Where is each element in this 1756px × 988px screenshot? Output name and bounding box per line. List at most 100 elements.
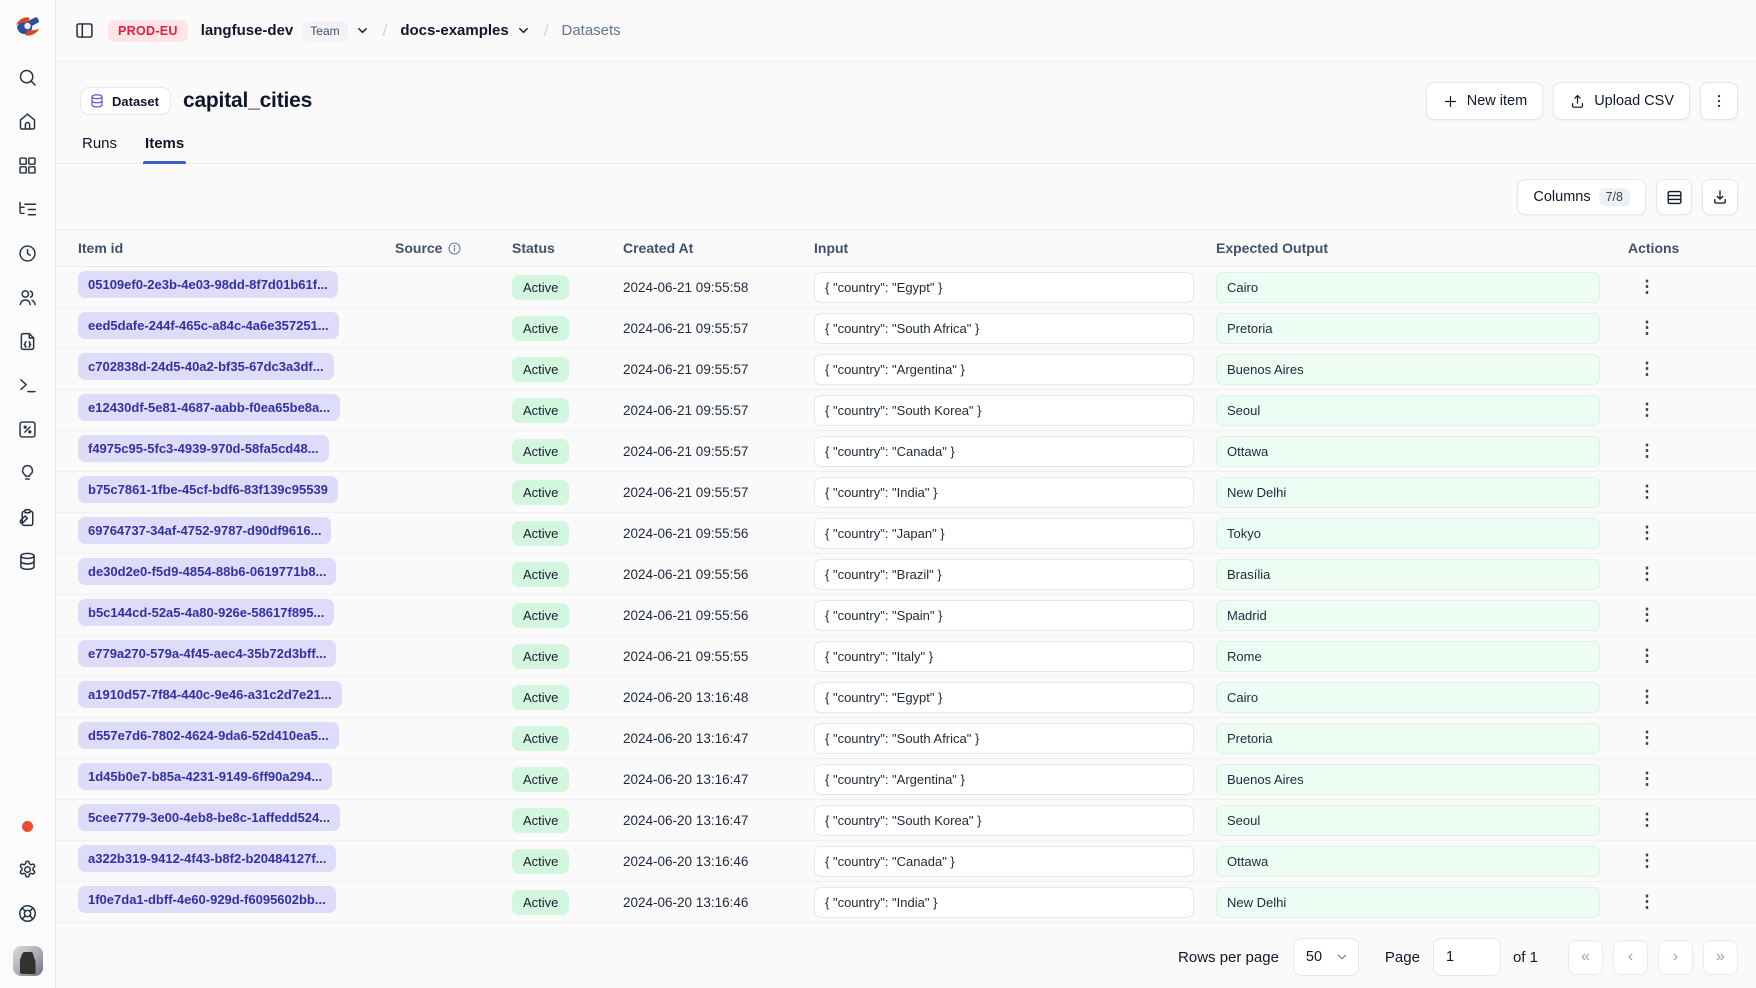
sidebar-toggle-icon[interactable] — [74, 20, 95, 41]
item-id-pill[interactable]: a1910d57-7f84-440c-9e46-a31c2d7e21... — [78, 681, 342, 708]
page-more-actions-button[interactable] — [1700, 82, 1738, 120]
sessions-icon[interactable] — [13, 238, 43, 268]
input-cell[interactable]: { "country": "South Korea" } — [814, 395, 1194, 426]
item-id-pill[interactable]: c702838d-24d5-40a2-bf35-67dc3a3df... — [78, 353, 334, 380]
item-id-pill[interactable]: d557e7d6-7802-4624-9da6-52d410ea5... — [78, 722, 339, 749]
row-actions-button[interactable]: ⋮ — [1634, 647, 1660, 664]
item-id-pill[interactable]: eed5dafe-244f-465c-a84c-4a6e357251... — [78, 312, 339, 339]
tab-items[interactable]: Items — [143, 135, 186, 163]
expected-output-cell[interactable]: Rome — [1216, 641, 1600, 672]
input-cell[interactable]: { "country": "South Korea" } — [814, 805, 1194, 836]
expected-output-cell[interactable]: Tokyo — [1216, 518, 1600, 549]
settings-icon[interactable] — [13, 854, 43, 884]
expected-output-cell[interactable]: New Delhi — [1216, 477, 1600, 508]
datasets-icon[interactable] — [13, 546, 43, 576]
input-cell[interactable]: { "country": "South Africa" } — [814, 723, 1194, 754]
playground-icon[interactable] — [13, 370, 43, 400]
search-icon[interactable] — [13, 62, 43, 92]
tracing-icon[interactable] — [13, 194, 43, 224]
item-id-pill[interactable]: 5cee7779-3e00-4eb8-be8c-1affedd524... — [78, 804, 340, 831]
org-chevron-down-icon[interactable] — [355, 23, 370, 38]
prompts-icon[interactable] — [13, 326, 43, 356]
row-actions-button[interactable]: ⋮ — [1634, 401, 1660, 418]
expected-output-cell[interactable]: Buenos Aires — [1216, 354, 1600, 385]
input-cell[interactable]: { "country": "Canada" } — [814, 846, 1194, 877]
input-cell[interactable]: { "country": "Brazil" } — [814, 559, 1194, 590]
item-id-pill[interactable]: de30d2e0-f5d9-4854-88b6-0619771b8... — [78, 558, 336, 585]
row-actions-button[interactable]: ⋮ — [1634, 442, 1660, 459]
row-height-button[interactable] — [1656, 179, 1692, 215]
expected-output-cell[interactable]: Seoul — [1216, 395, 1600, 426]
column-header-created-at[interactable]: Created At — [623, 240, 814, 256]
project-chevron-down-icon[interactable] — [516, 23, 531, 38]
expected-output-cell[interactable]: Cairo — [1216, 682, 1600, 713]
column-header-expected-output[interactable]: Expected Output — [1216, 240, 1628, 256]
item-id-pill[interactable]: f4975c95-5fc3-4939-970d-58fa5cd48... — [78, 435, 329, 462]
expected-output-cell[interactable]: Cairo — [1216, 272, 1600, 303]
row-actions-button[interactable]: ⋮ — [1634, 893, 1660, 910]
export-button[interactable] — [1702, 179, 1738, 215]
input-cell[interactable]: { "country": "Japan" } — [814, 518, 1194, 549]
item-id-pill[interactable]: b75c7861-1fbe-45cf-bdf6-83f139c95539 — [78, 476, 338, 503]
row-actions-button[interactable]: ⋮ — [1634, 565, 1660, 582]
expected-output-cell[interactable]: Pretoria — [1216, 313, 1600, 344]
row-actions-button[interactable]: ⋮ — [1634, 606, 1660, 623]
langfuse-logo-icon[interactable] — [14, 12, 42, 40]
input-cell[interactable]: { "country": "Canada" } — [814, 436, 1194, 467]
item-id-pill[interactable]: 1d45b0e7-b85a-4231-9149-6ff90a294... — [78, 763, 332, 790]
next-page-button[interactable]: › — [1658, 940, 1693, 975]
rows-per-page-select[interactable]: 50 — [1293, 938, 1359, 976]
breadcrumb-project[interactable]: docs-examples — [400, 22, 508, 39]
users-icon[interactable] — [13, 282, 43, 312]
column-header-item-id[interactable]: Item id — [78, 240, 395, 256]
expected-output-cell[interactable]: Pretoria — [1216, 723, 1600, 754]
expected-output-cell[interactable]: Ottawa — [1216, 846, 1600, 877]
avatar[interactable] — [13, 946, 43, 976]
page-number-input[interactable] — [1433, 938, 1501, 976]
dashboards-icon[interactable] — [13, 150, 43, 180]
item-id-pill[interactable]: 69764737-34af-4752-9787-d90df9616... — [78, 517, 331, 544]
expected-output-cell[interactable]: New Delhi — [1216, 887, 1600, 918]
input-cell[interactable]: { "country": "Italy" } — [814, 641, 1194, 672]
input-cell[interactable]: { "country": "Argentina" } — [814, 354, 1194, 385]
input-cell[interactable]: { "country": "Argentina" } — [814, 764, 1194, 795]
breadcrumb-section[interactable]: Datasets — [561, 22, 620, 39]
row-actions-button[interactable]: ⋮ — [1634, 770, 1660, 787]
row-actions-button[interactable]: ⋮ — [1634, 811, 1660, 828]
columns-button[interactable]: Columns 7/8 — [1517, 179, 1646, 215]
input-cell[interactable]: { "country": "India" } — [814, 887, 1194, 918]
home-icon[interactable] — [13, 106, 43, 136]
expected-output-cell[interactable]: Brasília — [1216, 559, 1600, 590]
column-header-input[interactable]: Input — [814, 240, 1216, 256]
new-item-button[interactable]: New item — [1426, 82, 1543, 120]
expected-output-cell[interactable]: Ottawa — [1216, 436, 1600, 467]
item-id-pill[interactable]: e12430df-5e81-4687-aabb-f0ea65be8a... — [78, 394, 340, 421]
column-header-status[interactable]: Status — [512, 240, 623, 256]
row-actions-button[interactable]: ⋮ — [1634, 688, 1660, 705]
row-actions-button[interactable]: ⋮ — [1634, 852, 1660, 869]
item-id-pill[interactable]: 05109ef0-2e3b-4e03-98dd-8f7d01b61f... — [78, 271, 338, 298]
input-cell[interactable]: { "country": "Egypt" } — [814, 682, 1194, 713]
breadcrumb-org[interactable]: langfuse-dev — [201, 22, 294, 39]
input-cell[interactable]: { "country": "Spain" } — [814, 600, 1194, 631]
tab-runs[interactable]: Runs — [80, 135, 119, 163]
input-cell[interactable]: { "country": "South Africa" } — [814, 313, 1194, 344]
upload-csv-button[interactable]: Upload CSV — [1553, 82, 1690, 120]
last-page-button[interactable]: » — [1703, 940, 1738, 975]
expected-output-cell[interactable]: Madrid — [1216, 600, 1600, 631]
row-actions-button[interactable]: ⋮ — [1634, 483, 1660, 500]
insights-icon[interactable] — [13, 458, 43, 488]
expected-output-cell[interactable]: Seoul — [1216, 805, 1600, 836]
first-page-button[interactable]: « — [1568, 940, 1603, 975]
row-actions-button[interactable]: ⋮ — [1634, 319, 1660, 336]
row-actions-button[interactable]: ⋮ — [1634, 729, 1660, 746]
item-id-pill[interactable]: a322b319-9412-4f43-b8f2-b20484127f... — [78, 845, 336, 872]
evaluation-icon[interactable] — [13, 414, 43, 444]
recording-indicator-icon[interactable] — [22, 821, 33, 832]
item-id-pill[interactable]: e779a270-579a-4f45-aec4-35b72d3bff... — [78, 640, 336, 667]
support-icon[interactable] — [13, 898, 43, 928]
annotation-queues-icon[interactable] — [13, 502, 43, 532]
prev-page-button[interactable]: ‹ — [1613, 940, 1648, 975]
input-cell[interactable]: { "country": "India" } — [814, 477, 1194, 508]
item-id-pill[interactable]: 1f0e7da1-dbff-4e60-929d-f6095602bb... — [78, 886, 336, 913]
